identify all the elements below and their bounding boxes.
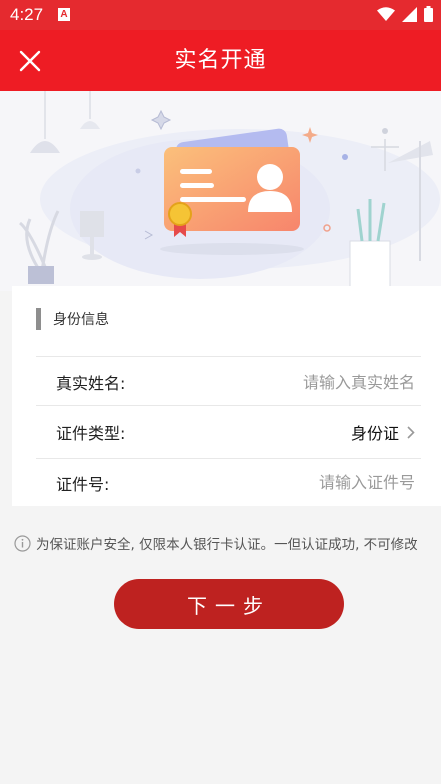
close-icon <box>19 50 41 72</box>
id-number-input[interactable] <box>215 473 415 492</box>
id-type-value: 身份证 <box>350 424 399 443</box>
signal-icon <box>402 6 417 22</box>
section-title: 身份信息 <box>53 312 109 328</box>
notice-text: 为保证账户安全, 仅限本人银行卡认证。一但认证成功, 不可修改 <box>36 537 418 553</box>
app-notification-icon: A <box>58 8 70 21</box>
name-input[interactable] <box>215 372 415 392</box>
section-accent-bar <box>36 308 41 330</box>
app-header: 实名开通 <box>0 30 441 91</box>
name-label: 真实姓名: <box>56 374 126 393</box>
status-time: 4:27 <box>10 5 44 24</box>
wifi-icon <box>377 6 395 21</box>
id-number-label: 证件号: <box>56 474 110 494</box>
info-icon <box>14 534 31 552</box>
id-number-row: 证件号: <box>36 459 421 506</box>
id-card-illustration <box>0 91 441 291</box>
close-button[interactable] <box>10 42 50 80</box>
battery-icon <box>424 6 433 22</box>
notice: 为保证账户安全, 仅限本人银行卡认证。一但认证成功, 不可修改 <box>14 532 441 554</box>
chevron-right-icon <box>407 425 415 439</box>
page-title: 实名开通 <box>174 48 267 73</box>
id-type-row[interactable]: 证件类型: 身份证 <box>36 406 421 458</box>
name-row: 真实姓名: <box>36 357 421 407</box>
section-header: 身份信息 <box>36 308 109 330</box>
id-type-select[interactable]: 身份证 <box>351 420 415 444</box>
status-icons <box>377 6 433 22</box>
id-type-label: 证件类型: <box>56 424 126 443</box>
identity-form-card: 身份信息 真实姓名: 证件类型: 身份证 证件号: <box>12 286 441 506</box>
next-step-button[interactable]: 下一步 <box>114 579 344 629</box>
status-bar: 4:27 A <box>0 0 441 30</box>
